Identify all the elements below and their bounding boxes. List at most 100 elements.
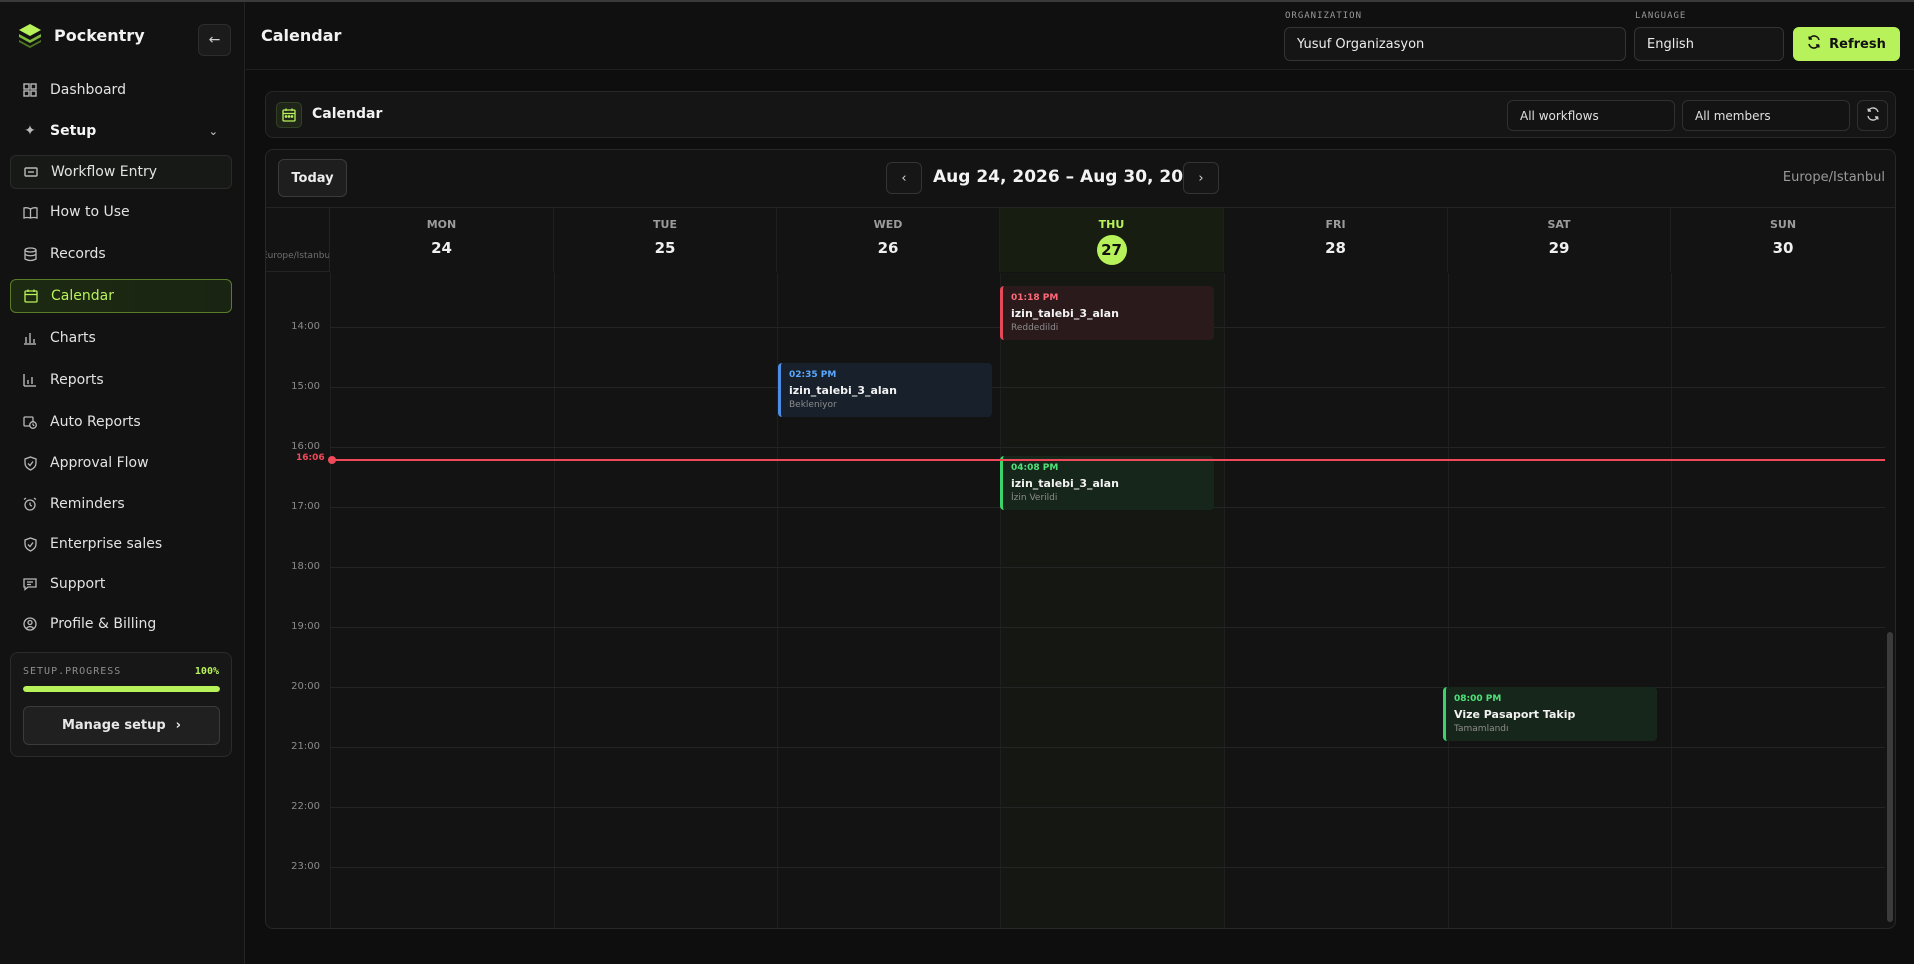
sidebar-item-label: How to Use: [50, 204, 130, 220]
grid-column-divider: [1671, 273, 1672, 928]
hour-label: 21:00: [291, 741, 320, 752]
member-filter-select[interactable]: All members: [1682, 100, 1850, 131]
day-number: 25: [654, 239, 676, 257]
shield-check-icon: [22, 455, 38, 471]
day-header-wed[interactable]: WED 26: [777, 208, 1000, 272]
sidebar-item-calendar[interactable]: Calendar: [10, 279, 232, 313]
calendar-event[interactable]: 01:18 PM izin_talebi_3_alan Reddedildi: [1000, 286, 1214, 340]
setup-progress-fill: [23, 686, 220, 692]
chevron-down-icon: ⌄: [208, 124, 218, 138]
workflow-filter-select[interactable]: All workflows: [1507, 100, 1675, 131]
database-icon: [22, 246, 38, 262]
brand[interactable]: Pockentry: [16, 20, 145, 50]
hour-line: [330, 867, 1885, 868]
hour-label: 17:00: [291, 501, 320, 512]
pockentry-logo-icon: [19, 24, 41, 48]
timezone-label: Europe/Istanbul: [1782, 170, 1885, 185]
calendar-icon: [23, 288, 39, 304]
next-week-button[interactable]: ›: [1183, 162, 1219, 194]
sidebar-item-dashboard[interactable]: Dashboard: [10, 73, 232, 107]
manage-setup-button[interactable]: Manage setup ›: [23, 706, 220, 745]
sidebar-item-label: Records: [50, 246, 106, 262]
sidebar-item-reports[interactable]: Reports: [10, 363, 232, 397]
timezone-column-label: Europe/Istanbul: [266, 208, 330, 272]
calendar-week-view: Today ‹ Aug 24, 2026 – Aug 30, 2026 › Eu…: [265, 149, 1896, 929]
organization-value: Yusuf Organizasyon: [1297, 36, 1425, 52]
bar-chart-icon: [22, 330, 38, 346]
sidebar-item-label: Auto Reports: [50, 414, 141, 430]
grid-column-divider: [1000, 273, 1001, 928]
brand-name: Pockentry: [54, 25, 145, 45]
chevron-right-icon: ›: [175, 718, 182, 733]
page-title: Calendar: [261, 26, 342, 45]
hour-line: [330, 807, 1885, 808]
event-title: izin_talebi_3_alan: [1011, 307, 1119, 320]
sidebar-item-charts[interactable]: Charts: [10, 321, 232, 355]
calendar-event[interactable]: 08:00 PM Vize Pasaport Takip Tamamlandı: [1443, 687, 1657, 741]
day-number-today: 27: [1096, 235, 1127, 265]
sidebar-item-profile-billing[interactable]: Profile & Billing: [10, 607, 232, 641]
day-number: 30: [1772, 239, 1794, 257]
calendar-event[interactable]: 02:35 PM izin_talebi_3_alan Bekleniyor: [778, 363, 992, 417]
calendar-scrollbar[interactable]: [1887, 632, 1893, 922]
day-header-mon[interactable]: MON 24: [330, 208, 554, 272]
sidebar-item-reminders[interactable]: Reminders: [10, 487, 232, 521]
hour-label: 19:00: [291, 621, 320, 632]
calendar-event[interactable]: 04:08 PM izin_talebi_3_alan İzin Verildi: [1000, 456, 1214, 510]
day-of-week: FRI: [1325, 218, 1346, 231]
alarm-icon: [22, 496, 38, 512]
sidebar-item-auto-reports[interactable]: Auto Reports: [10, 405, 232, 439]
day-header-thu[interactable]: THU 27: [1000, 208, 1224, 272]
collapse-sidebar-button[interactable]: ←: [198, 24, 231, 56]
refresh-icon: [1866, 106, 1880, 125]
setup-progress-percent: 100%: [194, 666, 219, 677]
hour-label: 18:00: [291, 561, 320, 572]
organization-select[interactable]: Yusuf Organizasyon: [1284, 27, 1626, 61]
sidebar: Pockentry ← Dashboard ✦ Setup ⌄ Workflow…: [0, 2, 245, 964]
day-of-week: WED: [873, 218, 903, 231]
sidebar-item-enterprise-sales[interactable]: Enterprise sales: [10, 527, 232, 561]
event-time: 01:18 PM: [1011, 293, 1059, 303]
time-grid[interactable]: 14:00 15:00 16:00 17:00 18:00 19:00 20:0…: [266, 273, 1895, 928]
chat-icon: [22, 576, 38, 592]
event-time: 02:35 PM: [789, 370, 837, 380]
day-header-tue[interactable]: TUE 25: [554, 208, 777, 272]
today-button[interactable]: Today: [278, 159, 347, 197]
sidebar-item-how-to-use[interactable]: How to Use: [10, 195, 232, 229]
day-header-sun[interactable]: SUN 30: [1671, 208, 1895, 272]
sidebar-item-workflow-entry[interactable]: Workflow Entry: [10, 155, 232, 189]
reports-icon: [22, 372, 38, 388]
sidebar-item-label: Setup: [50, 123, 97, 139]
hour-label: 14:00: [291, 321, 320, 332]
workflow-icon: [23, 164, 39, 180]
current-time-label: 16:06: [296, 453, 325, 463]
hour-label: 16:00: [291, 441, 320, 452]
sidebar-item-approval-flow[interactable]: Approval Flow: [10, 446, 232, 480]
sidebar-item-records[interactable]: Records: [10, 237, 232, 271]
sidebar-item-label: Approval Flow: [50, 455, 149, 471]
sidebar-item-setup[interactable]: ✦ Setup ⌄: [10, 114, 232, 148]
day-number: 29: [1548, 239, 1570, 257]
event-title: izin_talebi_3_alan: [1011, 477, 1119, 490]
language-select[interactable]: English: [1634, 27, 1784, 61]
day-of-week: SUN: [1769, 218, 1797, 231]
today-column-highlight: [1000, 273, 1224, 928]
refresh-button[interactable]: Refresh: [1793, 27, 1900, 61]
hour-label: 15:00: [291, 381, 320, 392]
sparkle-icon: ✦: [24, 123, 36, 139]
dashboard-icon: [22, 82, 38, 98]
day-of-week: TUE: [653, 218, 677, 231]
organization-label: ORGANIZATION: [1285, 11, 1363, 21]
date-range: Aug 24, 2026 – Aug 30, 2026: [933, 167, 1207, 187]
book-icon: [22, 204, 38, 220]
day-header-sat[interactable]: SAT 29: [1448, 208, 1671, 272]
hour-label: 20:00: [291, 681, 320, 692]
topbar: Calendar ORGANIZATION Yusuf Organizasyon…: [246, 2, 1914, 70]
calendar-refresh-button[interactable]: [1857, 100, 1888, 131]
refresh-icon: [1807, 35, 1821, 53]
previous-week-button[interactable]: ‹: [886, 162, 922, 194]
day-header-fri[interactable]: FRI 28: [1224, 208, 1448, 272]
arrow-left-icon: ←: [208, 32, 221, 48]
event-status: Bekleniyor: [789, 400, 837, 410]
sidebar-item-support[interactable]: Support: [10, 567, 232, 601]
